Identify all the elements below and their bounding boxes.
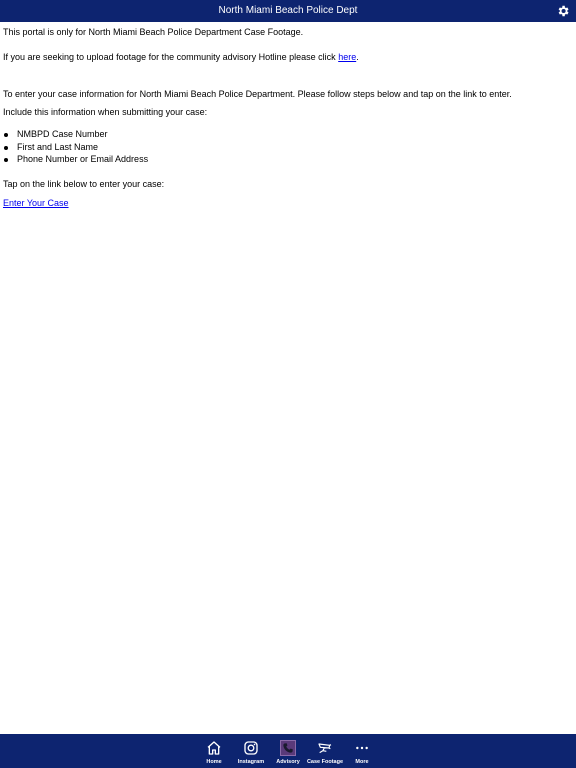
gear-icon[interactable] — [556, 4, 570, 18]
list-item-label: First and Last Name — [17, 141, 99, 152]
list-item: First and Last Name — [3, 142, 568, 155]
hotline-period: . — [356, 52, 359, 62]
camera-icon — [318, 743, 332, 754]
list-item-label: Phone Number or Email Address — [17, 154, 149, 164]
tab-more-label: More — [355, 759, 369, 765]
enter-info-text: To enter your case information for North… — [3, 89, 512, 99]
more-icon — [356, 746, 368, 750]
required-info-list: NMBPD Case Number First and Last Name Ph… — [3, 129, 568, 167]
tap-instruction-text: Tap on the link below to enter your case… — [3, 178, 165, 189]
list-item: Phone Number or Email Address — [3, 154, 568, 167]
hotline-here-link[interactable]: here — [338, 52, 356, 62]
app-title: North Miami Beach Police Dept — [218, 5, 358, 16]
bullet-icon — [4, 145, 8, 150]
tab-more[interactable]: More — [343, 739, 381, 767]
bottom-tab-bar: Home Instagram Advisory Case Footage Mor… — [0, 734, 576, 768]
hotline-text: If you are seeking to upload footage for… — [3, 52, 339, 62]
instagram-icon — [244, 741, 258, 755]
home-icon — [207, 741, 221, 755]
enter-your-case-link[interactable]: Enter Your Case — [3, 198, 69, 208]
intro-text: This portal is only for North Miami Beac… — [3, 27, 304, 37]
hotline-paragraph: If you are seeking to upload footage for… — [3, 52, 568, 63]
list-item: NMBPD Case Number — [3, 129, 568, 142]
phone-icon — [280, 740, 296, 756]
bullet-icon — [4, 158, 8, 162]
main-content: This portal is only for North Miami Beac… — [3, 27, 568, 209]
include-text: Include this information when submitting… — [3, 107, 208, 117]
list-item-label: NMBPD Case Number — [17, 129, 108, 139]
enter-case-paragraph: Enter Your Case — [3, 198, 568, 209]
top-navigation-bar: North Miami Beach Police Dept — [0, 0, 576, 22]
bullet-icon — [4, 133, 8, 137]
